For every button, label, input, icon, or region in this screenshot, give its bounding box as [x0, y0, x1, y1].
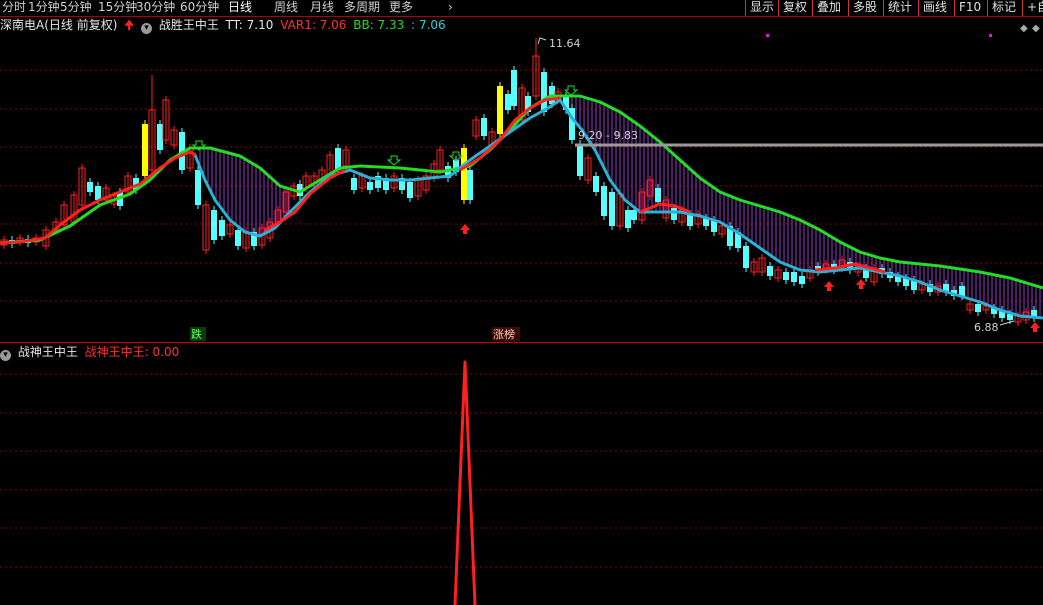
limit-up-tag: 涨榜: [493, 327, 515, 341]
fall-tag: 跌: [191, 327, 202, 341]
candle-body: [601, 186, 607, 216]
ma-red-line: [264, 168, 346, 232]
candle-body: [505, 94, 511, 110]
candle-body: [743, 246, 749, 268]
sell-arrow-icon: [386, 155, 402, 166]
marker-dot: [766, 34, 769, 37]
low-price-label: 6.88: [974, 321, 999, 334]
sell-arrow-icon: [563, 85, 579, 96]
candle-body: [142, 124, 148, 176]
scroll-left-icon: ◆: [1020, 23, 1028, 34]
candle-body: [367, 182, 373, 190]
candle-body: [195, 170, 201, 205]
price-chart[interactable]: ◆ ◆ 11.64 9.20 - 9.83 6.88 跌 涨榜: [0, 0, 1043, 605]
candle-body: [497, 86, 503, 134]
scroll-right-icon: ◆: [1032, 23, 1040, 34]
candle-body: [767, 266, 773, 276]
candle-body: [511, 70, 517, 106]
high-pointer: [537, 37, 547, 45]
candle-body: [593, 176, 599, 192]
candle-body: [655, 188, 661, 202]
candle-body: [407, 182, 413, 198]
candle-body: [95, 186, 101, 200]
candle-body: [541, 72, 547, 112]
candle-body: [235, 230, 241, 246]
candle-body: [467, 170, 473, 200]
candle-body: [975, 304, 981, 312]
candle-body: [783, 272, 789, 280]
signal-spike: [453, 360, 477, 605]
buy-arrow-icon: [824, 281, 834, 291]
range-label: 9.20 - 9.83: [578, 129, 638, 142]
buy-arrow-icon: [460, 224, 470, 234]
buy-arrow-icon: [856, 279, 866, 289]
candle-body: [631, 210, 637, 220]
candle-body: [609, 192, 615, 226]
candle-body: [799, 276, 805, 284]
marker-dot: [989, 34, 992, 37]
buy-arrow-icon: [1030, 322, 1040, 332]
candle-body: [577, 144, 583, 176]
candle-body: [481, 118, 487, 136]
candle-body: [87, 182, 93, 192]
candle-body: [791, 272, 797, 282]
candle-body: [219, 220, 225, 236]
candle-body: [211, 210, 217, 240]
candle-body: [157, 124, 163, 150]
candle-body: [625, 210, 631, 228]
candle-body: [671, 208, 677, 220]
candle-body: [351, 178, 357, 190]
high-price-label: 11.64: [549, 37, 581, 50]
